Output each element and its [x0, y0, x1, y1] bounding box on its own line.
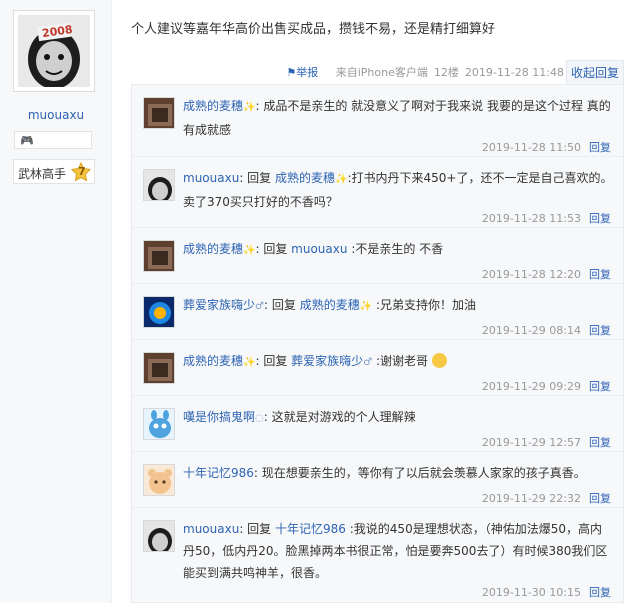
author-panel: 2008 muouaxu 🎮 武林高手 7 — [0, 0, 112, 603]
reply-button[interactable]: 回复 — [589, 212, 611, 225]
reply-list: 成熟的麦穗✨: 成品不是亲生的 就没意义了啊对于我来说 我要的是这个过程 真的有… — [131, 84, 624, 603]
vip-spark-icon: ✨ — [243, 357, 256, 368]
reply-item: 成熟的麦穗✨: 成品不是亲生的 就没意义了啊对于我来说 我要的是这个过程 真的有… — [132, 85, 623, 157]
reply-avatar[interactable] — [143, 240, 175, 272]
male-icon: ♂ — [363, 357, 373, 368]
angry-face-emoji-icon — [432, 353, 448, 368]
reply-item: 成熟的麦穗✨: 回复 葬爱家族嗨少♂ :谢谢老哥 2019-11-29 09:2… — [132, 340, 623, 396]
post-floor: 12楼 — [433, 66, 459, 79]
vip-spark-icon: ✨ — [243, 245, 256, 256]
reply-time: 2019-11-29 08:14 — [481, 324, 581, 337]
reply-target-link[interactable]: muouaxu — [291, 242, 347, 256]
reply-avatar[interactable] — [143, 296, 175, 328]
reply-user-link[interactable]: muouaxu — [183, 522, 239, 536]
badge-icon: ◌ — [255, 413, 264, 424]
reply-button[interactable]: 回复 — [589, 380, 611, 393]
report-link[interactable]: ⚑举报 — [286, 66, 321, 79]
reply-target-link[interactable]: 成熟的麦穗 — [275, 171, 335, 185]
reply-user-link[interactable]: 成熟的麦穗 — [183, 242, 243, 256]
post-meta: ⚑举报 来自iPhone客户端 12楼 2019-11-28 11:48 — [286, 64, 564, 80]
vip-spark-icon: ✨ — [359, 301, 373, 312]
reply-user-link[interactable]: 葬爱家族嗨少 — [183, 298, 255, 312]
post-source: 来自iPhone客户端 — [335, 66, 428, 79]
reply-time: 2019-11-29 12:57 — [481, 436, 581, 449]
reply-button[interactable]: 回复 — [589, 268, 611, 281]
reply-time: 2019-11-29 22:32 — [481, 492, 581, 505]
reply-text: : 这就是对游戏的个人理解辣 — [263, 410, 416, 424]
reply-avatar[interactable] — [143, 97, 175, 129]
reply-avatar[interactable] — [143, 520, 175, 552]
medal-badge[interactable]: 🎮 — [14, 131, 92, 149]
vip-spark-icon: ✨ — [243, 102, 256, 113]
reply-time: 2019-11-30 10:15 — [481, 586, 581, 599]
reply-item: 葬爱家族嗨少♂: 回复 成熟的麦穗✨ :兄弟支持你！加油 2019-11-29 … — [132, 284, 623, 340]
male-icon: ♂ — [255, 301, 264, 312]
reply-target-link[interactable]: 葬爱家族嗨少 — [291, 354, 363, 368]
reply-time: 2019-11-29 09:29 — [481, 380, 581, 393]
post-content: 个人建议等嘉年华高价出售买成品，攒钱不易，还是精打细算好 — [131, 22, 496, 37]
report-icon: ⚑ — [286, 66, 297, 79]
reply-button[interactable]: 回复 — [589, 586, 611, 599]
reply-avatar[interactable] — [143, 169, 175, 201]
reply-text: : 现在想要亲生的，等你有了以后就会羡慕人家家的孩子真香。 — [253, 466, 586, 480]
reply-prefix: 回复 — [247, 171, 272, 185]
reply-button[interactable]: 回复 — [589, 141, 611, 154]
reply-time: 2019-11-28 11:53 — [481, 212, 581, 225]
reply-item: 嘆是你搞鬼啊◌: 这就是对游戏的个人理解辣 2019-11-29 12:57 回复 — [132, 396, 623, 452]
reply-user-link[interactable]: muouaxu — [183, 171, 239, 185]
author-avatar[interactable]: 2008 — [13, 10, 95, 92]
collapse-replies-button[interactable]: 收起回复 — [566, 60, 624, 85]
reply-prefix: 回复 — [263, 354, 288, 368]
reply-text: :谢谢老哥 — [375, 354, 429, 368]
reply-user-link[interactable]: 嘆是你搞鬼啊 — [183, 410, 255, 424]
reply-user-link[interactable]: 成熟的麦穗 — [183, 354, 243, 368]
reply-prefix: 回复 — [271, 298, 296, 312]
reply-avatar[interactable] — [143, 352, 175, 384]
level-badge[interactable]: 武林高手 7 — [13, 159, 95, 184]
reply-user-link[interactable]: 十年记忆986 — [183, 466, 254, 480]
level-title: 武林高手 — [18, 167, 67, 181]
reply-item: 十年记忆986: 现在想要亲生的，等你有了以后就会羡慕人家家的孩子真香。 201… — [132, 452, 623, 508]
reply-text: :不是亲生的 不香 — [351, 242, 444, 256]
reply-target-link[interactable]: 十年记忆986 — [275, 522, 346, 536]
reply-button[interactable]: 回复 — [589, 324, 611, 337]
game-controller-icon: 🎮 — [20, 134, 34, 147]
reply-prefix: 回复 — [247, 522, 272, 536]
reply-button[interactable]: 回复 — [589, 492, 611, 505]
reply-avatar[interactable] — [143, 408, 175, 440]
author-name[interactable]: muouaxu — [0, 108, 112, 122]
reply-item: 成熟的麦穗✨: 回复 muouaxu :不是亲生的 不香 2019-11-28 … — [132, 228, 623, 284]
post-main: 个人建议等嘉年华高价出售买成品，攒钱不易，还是精打细算好 ⚑举报 来自iPhon… — [113, 0, 640, 603]
reply-button[interactable]: 回复 — [589, 436, 611, 449]
reply-time: 2019-11-28 11:50 — [481, 141, 581, 154]
reply-avatar[interactable] — [143, 464, 175, 496]
reply-target-link[interactable]: 成熟的麦穗 — [300, 298, 360, 312]
post-time: 2019-11-28 11:48 — [464, 66, 564, 79]
reply-time: 2019-11-28 12:20 — [481, 268, 581, 281]
reply-prefix: 回复 — [263, 242, 288, 256]
reply-item: muouaxu: 回复 十年记忆986 :我说的450是理想状态，（神佑加法爆5… — [132, 508, 623, 602]
reply-item: muouaxu: 回复 成熟的麦穗✨:打书内丹下来450+了，还不一定是自己喜欢… — [132, 157, 623, 228]
reply-text: :兄弟支持你！加油 — [375, 298, 477, 312]
reply-user-link[interactable]: 成熟的麦穗 — [183, 99, 243, 113]
level-number: 7 — [78, 165, 86, 178]
level-star-icon: 7 — [70, 161, 92, 182]
vip-spark-icon: ✨ — [335, 174, 348, 185]
